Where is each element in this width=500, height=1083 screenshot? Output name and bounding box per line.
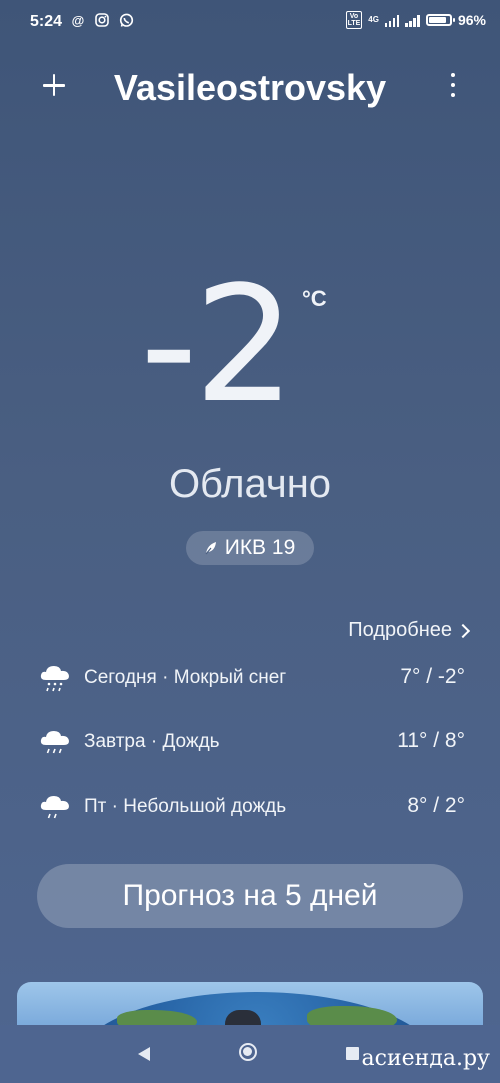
forecast-row-friday[interactable]: Пт · Небольшой дождь 8° / 2° (0, 787, 500, 827)
status-bar: 5:24 @ Vo LTE 4G 96% (0, 0, 500, 44)
forecast-temps: 7° / -2° (400, 665, 465, 688)
battery-icon (425, 14, 455, 26)
status-time: 5:24 (30, 13, 63, 30)
back-icon[interactable] (138, 1047, 150, 1061)
sleet-icon (40, 666, 69, 692)
battery-level (428, 17, 446, 23)
at-sign-icon: @ (71, 12, 85, 28)
temperature-value: -2 (140, 251, 296, 438)
aqi-label: ИКВ 19 (224, 536, 296, 559)
recents-icon[interactable] (346, 1047, 359, 1060)
rain-icon (40, 731, 69, 754)
details-label: Подробнее (348, 619, 452, 641)
more-menu-button[interactable] (448, 73, 458, 97)
weather-condition: Облачно (168, 462, 332, 506)
forecast-text: Пт · Небольшой дождь (84, 796, 287, 817)
battery-percent: 96% (457, 12, 486, 28)
navigation-bar: асиенда.ру (0, 1025, 500, 1083)
volte-icon: Vo LTE (345, 11, 363, 29)
details-link[interactable]: Подробнее (348, 619, 471, 642)
current-temperature: -2 °C (0, 260, 500, 440)
forecast-row-today[interactable]: Сегодня · Мокрый снег 7° / -2° (0, 658, 500, 698)
leaf-icon (205, 542, 216, 555)
watermark: асиенда.ру (361, 1046, 490, 1071)
temperature-unit: °C (302, 286, 327, 311)
forecast-text: Завтра · Дождь (84, 731, 220, 752)
network-type: 4G (368, 15, 379, 24)
status-notification-icons: @ (70, 12, 134, 28)
five-day-forecast-button[interactable]: Прогноз на 5 дней (37, 864, 463, 928)
light-rain-icon (40, 796, 69, 819)
home-icon[interactable] (239, 1043, 257, 1061)
forecast-temps: 11° / 8° (397, 729, 465, 752)
aqi-badge[interactable]: ИКВ 19 (186, 531, 314, 565)
forecast-row-tomorrow[interactable]: Завтра · Дождь 11° / 8° (0, 722, 500, 762)
status-right-icons: Vo LTE 4G 96% (345, 11, 486, 29)
whatsapp-icon (118, 12, 134, 28)
forecast-temps: 8° / 2° (407, 794, 465, 817)
city-title: Vasileostrovsky (113, 67, 387, 108)
signal-icon (384, 13, 400, 27)
chevron-right-icon (455, 623, 471, 639)
header: Vasileostrovsky (0, 55, 500, 121)
instagram-icon (94, 12, 110, 28)
signal-icon-2 (405, 13, 420, 27)
forecast-text: Сегодня · Мокрый снег (84, 667, 287, 688)
